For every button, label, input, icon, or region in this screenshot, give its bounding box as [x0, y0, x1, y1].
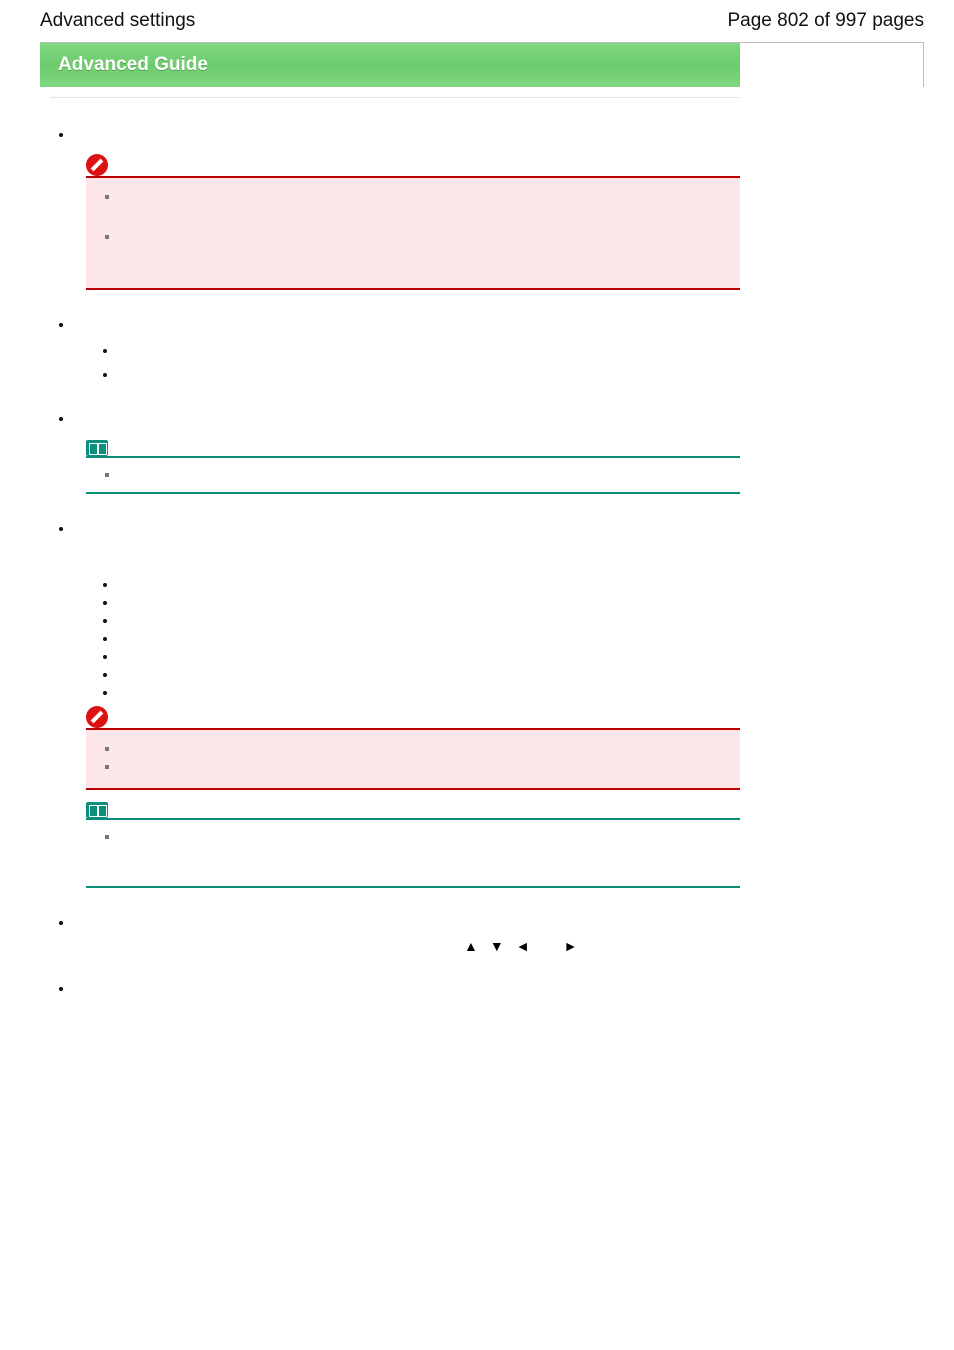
setting-item: Document size default selection item A4 … — [74, 520, 740, 888]
left-arrow-icon[interactable]: ◄ — [516, 938, 530, 954]
page-indicator: Page 802 of 997 pages — [727, 10, 924, 32]
up-arrow-icon[interactable]: ▲ — [464, 938, 478, 954]
option-item: Black & White — [118, 366, 740, 384]
option-item: A5 — [118, 630, 740, 648]
doc-title-left: Advanced settings — [40, 10, 195, 32]
important-icon — [86, 706, 108, 728]
right-arrow-icon[interactable]: ► — [564, 938, 578, 954]
setting-item: Orientation item and arrow buttons ▲ ▼ ◄… — [74, 914, 740, 954]
option-item: Letter — [118, 594, 740, 612]
option-item: Color — [118, 342, 740, 360]
setting-item: Preview thumbnail item — [74, 980, 740, 998]
important-icon — [86, 154, 108, 176]
important-box: Only pre-set sizes are selectable. Custo… — [86, 730, 740, 790]
banner: Advanced Guide — [40, 42, 924, 87]
option-item: A4 — [118, 576, 740, 594]
note-icon — [86, 440, 108, 456]
down-arrow-icon[interactable]: ▼ — [490, 938, 504, 954]
note-box: Some sizes may not appear depending on t… — [86, 820, 740, 888]
banner-label: Advanced Guide — [58, 54, 208, 76]
important-box: This function may not work if the edge o… — [86, 178, 740, 290]
setting-item: Resolution default selection item Note A… — [74, 410, 740, 494]
option-item: 4"x6" — [118, 648, 740, 666]
setting-item: Prescan auto-crop preview item Important… — [74, 126, 740, 290]
option-item: L — [118, 666, 740, 684]
note-icon — [86, 802, 108, 818]
setting-item: Scan mode default selection item Color B… — [74, 316, 740, 384]
note-box: Available resolution settings depend on … — [86, 458, 740, 494]
option-item: 2L — [118, 684, 740, 702]
option-item: B5 — [118, 612, 740, 630]
